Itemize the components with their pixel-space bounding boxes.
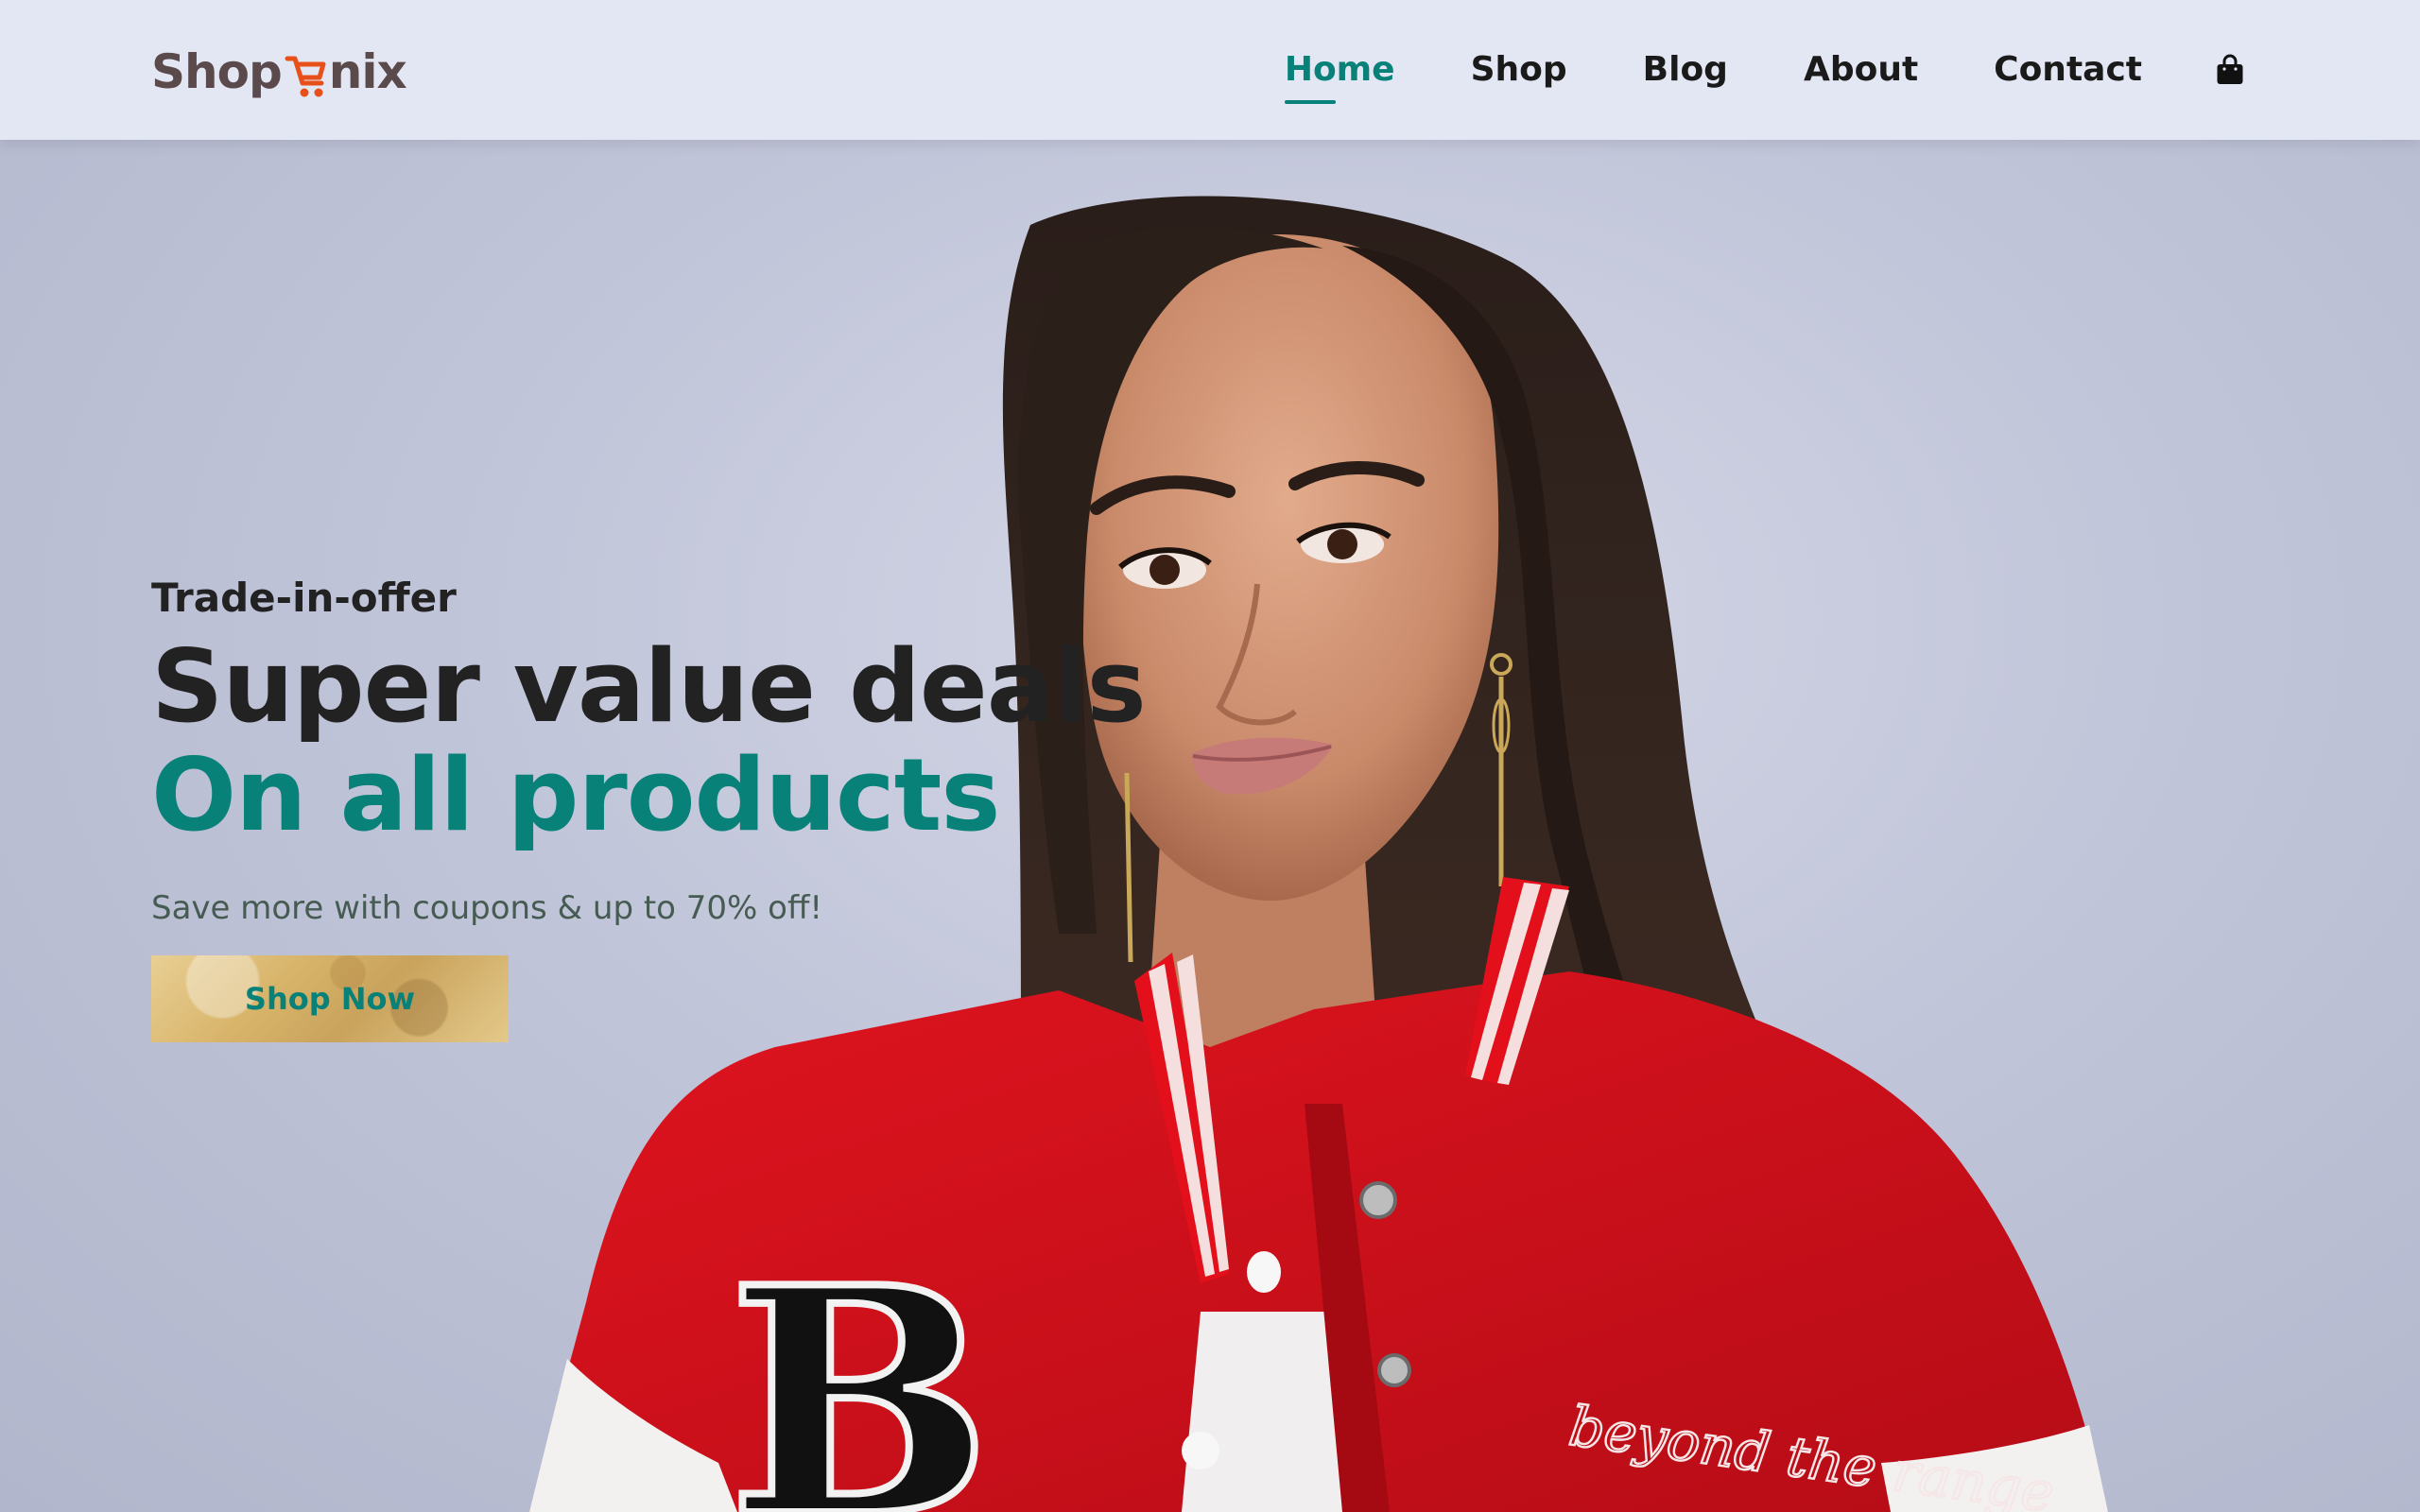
nav-about[interactable]: About [1804, 42, 1918, 98]
logo-text-right: nix [328, 44, 407, 99]
hero-kicker: Trade-in-offer [151, 575, 457, 621]
nav-contact[interactable]: Contact [1994, 42, 2142, 98]
nav-blog[interactable]: Blog [1643, 42, 1728, 98]
nav-shop[interactable]: Shop [1471, 42, 1567, 98]
main-nav: Home Shop Blog About Contact [1284, 42, 2248, 104]
site-header: Shop nix Home Shop Blog About Contact [0, 0, 2420, 140]
nav-home[interactable]: Home [1284, 42, 1395, 104]
shopping-bag-icon[interactable] [2216, 51, 2248, 89]
logo-text-left: Shop [151, 44, 283, 99]
brand-logo[interactable]: Shop nix [151, 34, 407, 100]
jacket-letter-text: B [728, 1219, 992, 1512]
hero-headline: Super value deals [151, 628, 1147, 745]
hero-text-block: Trade-in-offer Super value deals On all … [151, 575, 1147, 1042]
hero-banner: B beyond the range Trade-in-offer Super … [0, 140, 2420, 1512]
cart-logo-icon [285, 56, 326, 97]
shop-now-button[interactable]: Shop Now [151, 955, 509, 1042]
hero-description: Save more with coupons & up to 70% off! [151, 889, 823, 927]
hero-subheadline: On all products [151, 737, 1000, 853]
